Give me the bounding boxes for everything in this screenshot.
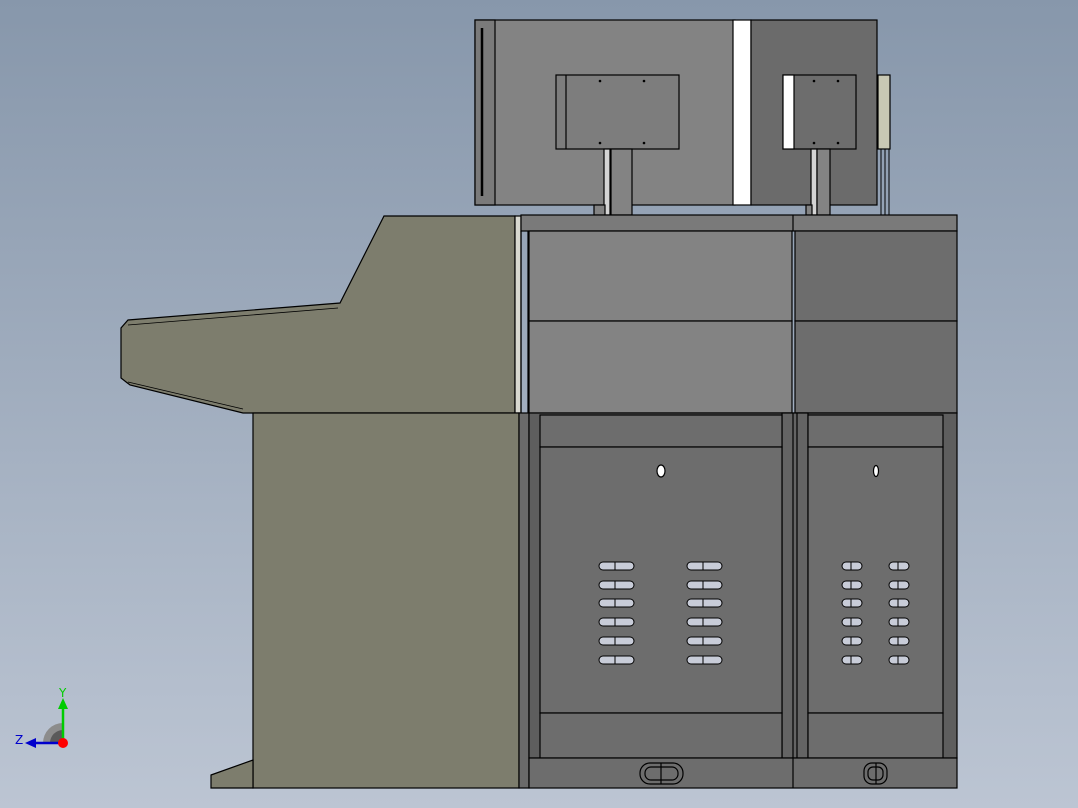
vent-slot <box>598 617 635 627</box>
vent-slot <box>841 598 863 608</box>
door-left-bottom-rail <box>539 712 783 759</box>
drawer-middle-left[interactable] <box>528 320 793 414</box>
x-axis-point <box>58 738 68 748</box>
door-left-top-rail <box>539 414 783 448</box>
vent-slot <box>888 580 910 590</box>
vent-slot <box>686 655 723 665</box>
mount-plate-left <box>555 74 680 150</box>
vent-slot <box>888 617 910 627</box>
vent-slot <box>888 598 910 608</box>
door-left-lock[interactable] <box>656 464 666 478</box>
desk-edge-trim <box>514 215 522 414</box>
vent-slot <box>686 580 723 590</box>
vent-slot <box>888 561 910 571</box>
axis-triad[interactable]: Y Z <box>10 685 80 755</box>
door-right-lock[interactable] <box>872 464 880 478</box>
vent-slot <box>841 561 863 571</box>
cabinet-top-cap <box>520 214 958 232</box>
door-right[interactable] <box>807 446 944 714</box>
side-connector <box>877 74 891 150</box>
drawer-middle-right[interactable] <box>794 320 958 414</box>
vent-slot <box>888 655 910 665</box>
vent-slot <box>598 636 635 646</box>
door-right-bottom-rail <box>807 712 944 759</box>
monitor-assembly[interactable] <box>474 19 891 216</box>
vent-slot <box>841 580 863 590</box>
z-axis-label: Z <box>15 733 23 747</box>
cad-viewport[interactable] <box>0 0 1078 808</box>
door-left[interactable] <box>539 446 783 714</box>
monitor-left-bezel <box>474 19 496 206</box>
vent-slot <box>888 636 910 646</box>
vent-slot <box>598 598 635 608</box>
vent-slot <box>686 598 723 608</box>
cabinet-plinth <box>528 757 958 789</box>
vent-slot <box>598 655 635 665</box>
drawer-upper-right[interactable] <box>794 230 958 322</box>
door-right-top-rail <box>807 414 944 448</box>
vent-slot <box>841 636 863 646</box>
monitor-divider-strip <box>732 19 752 206</box>
vent-slot <box>686 617 723 627</box>
main-cabinet[interactable] <box>520 214 958 789</box>
vent-slot <box>686 561 723 571</box>
desk-lower-side <box>252 412 520 789</box>
vent-slot <box>841 655 863 665</box>
stand-left-post <box>610 148 633 216</box>
drawer-upper-left[interactable] <box>528 230 793 322</box>
vent-slot <box>686 636 723 646</box>
stand-right-post <box>816 148 831 216</box>
vent-slot <box>598 580 635 590</box>
vent-slot <box>841 617 863 627</box>
y-axis-label: Y <box>58 686 67 700</box>
vent-slot <box>598 561 635 571</box>
